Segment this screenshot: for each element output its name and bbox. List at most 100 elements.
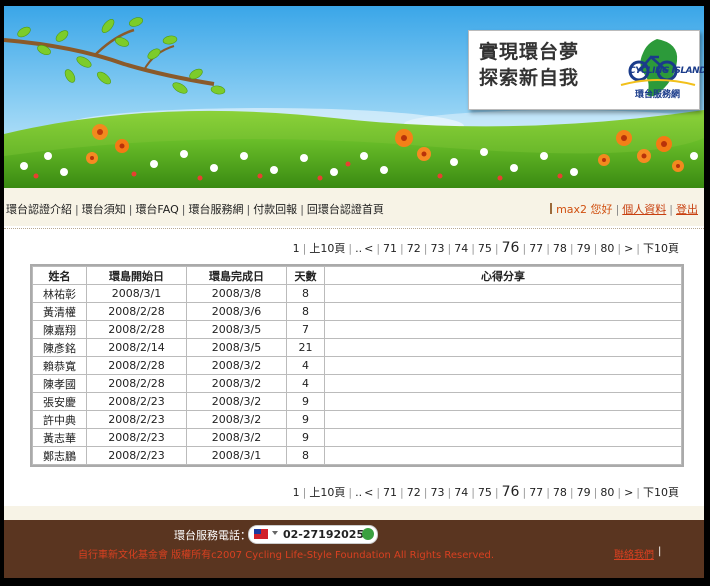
pager-bottom-next-10[interactable]: 下10頁 [643, 486, 679, 499]
nav-item-home[interactable]: 回環台認證首頁 [307, 203, 384, 216]
header-banner: 實現環台夢 探索新自我 CYCLING ISLAND 環台服務網 [4, 6, 704, 188]
cell-start-date: 2008/2/28 [86, 374, 187, 393]
logout-link[interactable]: 登出 [676, 203, 698, 216]
cell-end-date: 2008/3/6 [186, 302, 287, 321]
table-row: 張安慶 2008/2/23 2008/3/2 9 [32, 392, 682, 411]
pager-bottom-page-link[interactable]: 77 [529, 486, 543, 499]
cell-name: 陳孝國 [32, 374, 87, 393]
slogan: 實現環台夢 探索新自我 [479, 39, 579, 91]
logo-text-zh: 環台服務網 [635, 90, 681, 100]
footer-separator: | [658, 546, 662, 557]
pager-top-ellipsis: .. [355, 242, 363, 255]
pager-top-page-link[interactable]: 71 [383, 242, 397, 255]
pager-bottom-prev[interactable]: < [364, 486, 373, 499]
pager-separator: | [376, 486, 381, 499]
pager-separator: | [522, 486, 527, 499]
pager-separator: | [494, 242, 499, 255]
cell-end-date: 2008/3/2 [186, 410, 287, 429]
pager-top-prev[interactable]: < [364, 242, 373, 255]
user-area: max2 您好 | 個人資料 | 登出 [550, 201, 698, 217]
pager-top-page-link[interactable]: 77 [529, 242, 543, 255]
pager-separator: | [617, 486, 622, 499]
pager-top-page-link[interactable]: 78 [553, 242, 567, 255]
cell-end-date: 2008/3/2 [186, 374, 287, 393]
cell-days: 4 [286, 356, 325, 375]
pager-bottom-page-link[interactable]: 73 [430, 486, 444, 499]
cell-days: 4 [286, 374, 325, 393]
pager-bottom-page-link[interactable]: 74 [454, 486, 468, 499]
pager-separator: | [400, 242, 404, 255]
pager-bottom-page-first[interactable]: 1 [293, 486, 300, 499]
pager-bottom-page-link[interactable]: 75 [478, 486, 492, 499]
pager-separator: | [447, 242, 452, 255]
table-row: 陳嘉翔 2008/2/28 2008/3/5 7 [32, 320, 682, 339]
pager-bottom-ellipsis: .. [355, 486, 363, 499]
pager-bottom-page-link[interactable]: 71 [383, 486, 397, 499]
pager-separator: | [617, 242, 622, 255]
pager-top-page-link[interactable]: 73 [430, 242, 444, 255]
pager-bottom-page-link[interactable]: 80 [600, 486, 614, 499]
cell-end-date: 2008/3/1 [186, 446, 287, 465]
cell-start-date: 2008/2/28 [86, 302, 187, 321]
cell-name: 鄭志鵬 [32, 446, 87, 465]
cell-share [324, 446, 682, 465]
pager-bottom-page-link[interactable]: 78 [553, 486, 567, 499]
nav-separator: | [75, 203, 79, 216]
column-header-name: 姓名 [32, 266, 87, 285]
pager-top-prev-10[interactable]: 上10頁 [309, 242, 345, 255]
nav-item-intro[interactable]: 環台認證介紹 [6, 203, 72, 216]
pager-separator: | [593, 242, 598, 255]
cell-days: 9 [286, 410, 325, 429]
table-row: 林祐彰 2008/3/1 2008/3/8 8 [32, 284, 682, 303]
pager-bottom-next[interactable]: > [624, 486, 633, 499]
pager-top-page-link[interactable]: 80 [600, 242, 614, 255]
cell-end-date: 2008/3/5 [186, 338, 287, 357]
phone-widget[interactable]: 02-27192025 [248, 525, 378, 544]
cell-share [324, 284, 682, 303]
table-row: 陳孝國 2008/2/28 2008/3/2 4 [32, 374, 682, 393]
pager-top-next-10[interactable]: 下10頁 [643, 242, 679, 255]
nav-item-service[interactable]: 環台服務網 [188, 203, 243, 216]
cell-share [324, 320, 682, 339]
cell-name: 黃清權 [32, 302, 87, 321]
pager-top-next[interactable]: > [624, 242, 633, 255]
cell-name: 黃志華 [32, 428, 87, 447]
cell-end-date: 2008/3/2 [186, 392, 287, 411]
contact-link[interactable]: 聯絡我們 [614, 546, 654, 561]
phone-label: 環台服務電話： [174, 529, 251, 542]
pager-bottom-prev-10[interactable]: 上10頁 [309, 486, 345, 499]
pager-top-page-first[interactable]: 1 [293, 242, 300, 255]
call-icon[interactable] [362, 528, 374, 540]
cell-name: 林祐彰 [32, 284, 87, 303]
cell-start-date: 2008/3/1 [86, 284, 187, 303]
pager-separator: | [423, 242, 428, 255]
pager-top-page-link[interactable]: 74 [454, 242, 468, 255]
pager-top-page-link[interactable]: 79 [577, 242, 591, 255]
nav-separator: | [128, 203, 133, 216]
slogan-line-1: 實現環台夢 [479, 41, 580, 63]
table-row: 黃清權 2008/2/28 2008/3/6 8 [32, 302, 682, 321]
table-header-row: 姓名 環島開始日 環島完成日 天數 心得分享 [32, 266, 682, 285]
pager-separator: | [348, 242, 353, 255]
table-row: 賴恭寬 2008/2/28 2008/3/2 4 [32, 356, 682, 375]
chevron-down-icon[interactable] [272, 531, 278, 535]
cell-name: 陳彥銘 [32, 338, 87, 357]
cell-name: 陳嘉翔 [32, 320, 87, 339]
pager-top-page-link[interactable]: 72 [407, 242, 421, 255]
user-separator: | [669, 203, 673, 216]
nav-item-payment[interactable]: 付款回報 [253, 203, 297, 216]
profile-link[interactable]: 個人資料 [622, 203, 666, 216]
nav-item-notice[interactable]: 環台須知 [82, 203, 126, 216]
pager-separator: | [471, 486, 475, 499]
cell-name: 賴恭寬 [32, 356, 87, 375]
cell-start-date: 2008/2/23 [86, 392, 187, 411]
nav-item-faq[interactable]: 環台FAQ [135, 203, 178, 216]
cell-end-date: 2008/3/2 [186, 428, 287, 447]
pager-bottom-page-link[interactable]: 79 [577, 486, 591, 499]
pager-bottom-page-link[interactable]: 72 [407, 486, 421, 499]
pagination-bottom: 1 | 上10頁 |.. < | 71 | 72 | 73 | 74 | 75 | 76 | 77 | 78 | 79 | 80… [292, 484, 680, 500]
cell-share [324, 428, 682, 447]
pager-separator: | [494, 486, 499, 499]
cell-start-date: 2008/2/23 [86, 410, 187, 429]
pager-top-page-link[interactable]: 75 [478, 242, 492, 255]
